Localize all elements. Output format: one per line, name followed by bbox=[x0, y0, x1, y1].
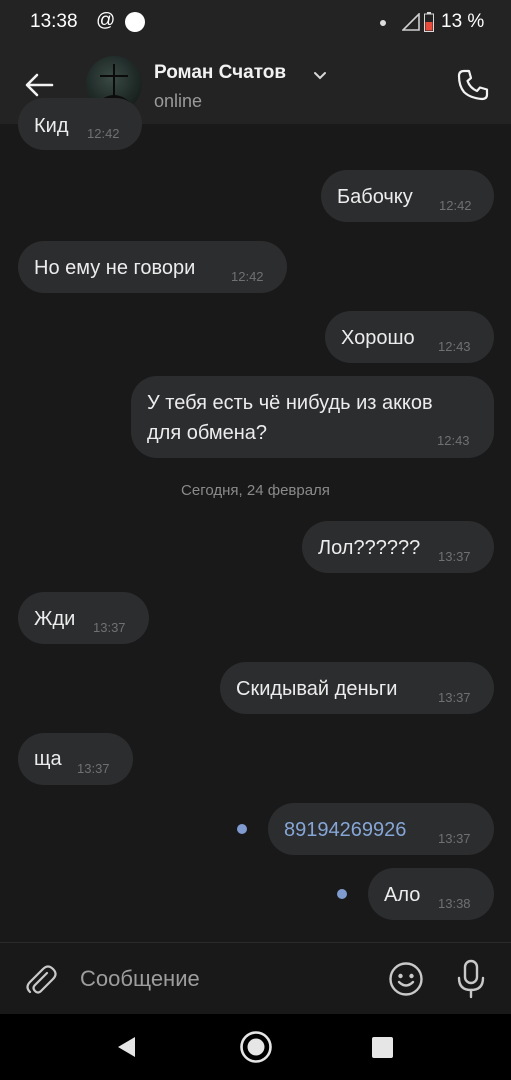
message-time: 12:42 bbox=[439, 198, 472, 213]
message-text: Бабочку bbox=[337, 186, 413, 208]
message-bubble-out[interactable]: Лол?????? 13:37 bbox=[302, 521, 494, 573]
message-text: Лол?????? bbox=[318, 537, 421, 559]
message-bubble-out[interactable]: Бабочку 12:42 bbox=[321, 170, 494, 222]
contact-name[interactable]: Роман Счатов bbox=[154, 62, 286, 84]
message-bubble-out[interactable]: Скидывай деньги 13:37 bbox=[220, 662, 494, 714]
message-time: 13:37 bbox=[438, 831, 471, 846]
status-time: 13:38 bbox=[30, 11, 78, 32]
message-time: 13:37 bbox=[438, 549, 471, 564]
notification-circle-icon bbox=[125, 12, 145, 32]
paperclip-icon[interactable] bbox=[22, 961, 58, 997]
status-bar: 13:38 @ 13 % bbox=[0, 0, 511, 46]
triangle-back-icon[interactable] bbox=[115, 1035, 139, 1059]
message-composer bbox=[0, 942, 511, 1015]
message-input[interactable] bbox=[80, 961, 370, 997]
message-time: 12:43 bbox=[437, 433, 470, 448]
message-text: Но ему не говори bbox=[34, 257, 196, 279]
message-time: 12:42 bbox=[87, 126, 120, 141]
message-bubble-out[interactable]: Ало 13:38 bbox=[368, 868, 494, 920]
message-time: 12:43 bbox=[438, 339, 471, 354]
message-text: для обмена? bbox=[147, 422, 268, 444]
message-text: У тебя есть чё нибудь из акков bbox=[147, 392, 433, 414]
message-text: Хорошо bbox=[341, 327, 415, 349]
message-time: 13:37 bbox=[77, 761, 110, 776]
message-time: 12:42 bbox=[231, 269, 264, 284]
message-time: 13:37 bbox=[438, 690, 471, 705]
battery-percent: 13 % bbox=[441, 11, 485, 32]
message-bubble-in[interactable]: Жди 13:37 bbox=[18, 592, 149, 644]
battery-icon bbox=[424, 12, 434, 32]
message-text: Скидывай деньги bbox=[236, 678, 398, 700]
square-recents-icon[interactable] bbox=[372, 1037, 393, 1058]
smiley-icon[interactable] bbox=[388, 961, 424, 997]
unread-dot-icon bbox=[337, 889, 347, 899]
contact-status: online bbox=[154, 91, 203, 111]
message-text: Кид bbox=[34, 115, 69, 137]
message-time: 13:38 bbox=[438, 896, 471, 911]
message-text: ща bbox=[34, 748, 62, 770]
signal-icon bbox=[402, 13, 420, 31]
circle-home-icon[interactable] bbox=[239, 1030, 273, 1064]
date-separator: Сегодня, 24 февраля bbox=[181, 482, 330, 499]
system-nav-bar bbox=[0, 1014, 511, 1080]
message-time: 13:37 bbox=[93, 620, 126, 635]
at-notification-icon: @ bbox=[96, 10, 116, 31]
unread-dot-icon bbox=[237, 824, 247, 834]
phone-number-link[interactable]: 89194269926 bbox=[284, 819, 406, 842]
chevron-down-icon[interactable] bbox=[312, 68, 328, 82]
message-bubble-in[interactable]: ща 13:37 bbox=[18, 733, 133, 785]
notification-dot-icon bbox=[380, 20, 386, 26]
message-text: Ало bbox=[384, 884, 421, 906]
back-arrow-icon[interactable] bbox=[22, 68, 56, 102]
message-bubble-in[interactable]: Кид 12:42 bbox=[18, 98, 142, 150]
message-bubble-in[interactable]: Но ему не говори 12:42 bbox=[18, 241, 287, 293]
message-bubble-out[interactable]: Хорошо 12:43 bbox=[325, 311, 494, 363]
message-text: Жди bbox=[34, 608, 76, 630]
message-bubble-out[interactable]: 89194269926 13:37 bbox=[268, 803, 494, 855]
message-bubble-out[interactable]: У тебя есть чё нибудь из акков для обмен… bbox=[131, 376, 494, 458]
microphone-icon[interactable] bbox=[456, 959, 486, 999]
phone-icon[interactable] bbox=[455, 67, 491, 103]
